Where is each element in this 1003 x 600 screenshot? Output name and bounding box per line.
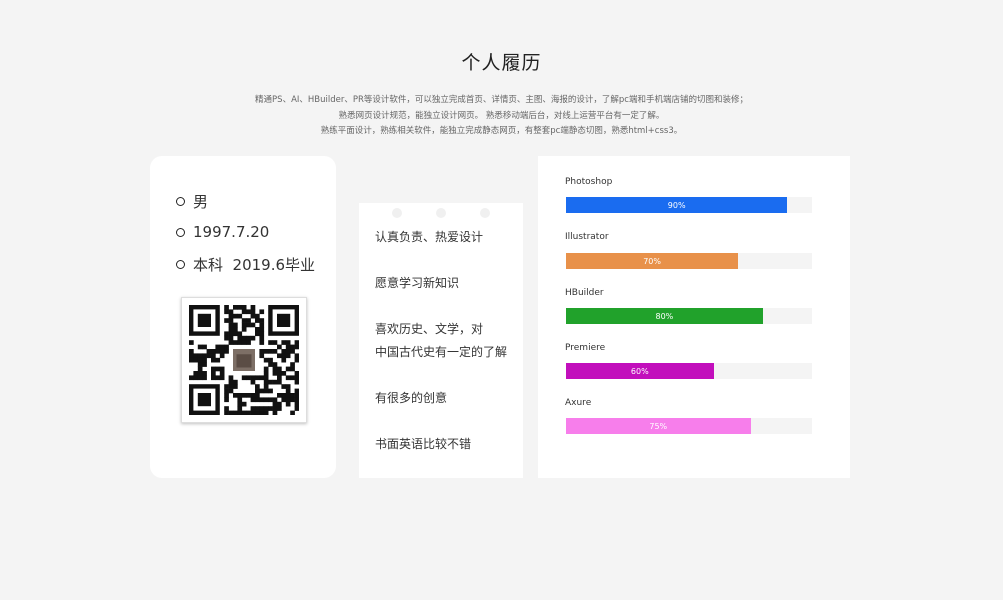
gender-value: 男 [193, 192, 209, 211]
circle-bullet-icon [176, 227, 185, 237]
skill-name: Illustrator [565, 232, 609, 242]
skill-bar-track: 70% [566, 253, 812, 269]
skill-percent-label: 75% [649, 421, 668, 431]
education-value: 本科 2019.6毕业 [193, 255, 316, 274]
circle-bullet-icon [176, 259, 185, 269]
skill-bar-fill: 60% [566, 363, 714, 379]
intro-line: 熟悉网页设计规范，能独立设计网页。 熟悉移动端后台，对线上运营平台有一定了解。 [338, 110, 665, 121]
birthday-row: 1997.7.20 [176, 221, 269, 243]
skills-card: Photoshop 90% Illustrator 70% HBuilder 8… [538, 156, 850, 478]
page-title: 个人履历 [461, 52, 542, 74]
trait-item: 愿意学习新知识 [375, 276, 460, 290]
binder-hole-icon [392, 208, 402, 218]
skill-bar-fill: 90% [566, 197, 788, 213]
trait-item: 中国古代史有一定的了解 [375, 345, 508, 359]
qr-code-icon [181, 297, 307, 423]
intro-text: 精通PS、AI、HBuilder、PR等设计软件，可以独立完成首页、详情页、主图… [0, 93, 1003, 140]
education-row: 本科 2019.6毕业 [176, 253, 315, 275]
binder-hole-icon [436, 208, 446, 218]
trait-item: 书面英语比较不错 [375, 437, 472, 451]
skill-name: Axure [565, 398, 592, 408]
skill-percent-label: 70% [643, 256, 661, 266]
intro-line: 精通PS、AI、HBuilder、PR等设计软件，可以独立完成首页、详情页、主图… [255, 95, 748, 105]
skill-bar-fill: 75% [566, 418, 751, 434]
trait-item: 认真负责、热爱设计 [375, 230, 484, 244]
qr-code-graphic [189, 305, 299, 415]
skill-percent-label: 80% [655, 311, 674, 321]
skill-bar-track: 75% [566, 418, 812, 434]
skill-bar-track: 80% [566, 308, 812, 324]
trait-item: 喜欢历史、文学，对 [375, 322, 484, 336]
skill-percent-label: 60% [630, 366, 649, 376]
skill-bar-track: 90% [566, 197, 812, 213]
skill-bar-track: 60% [566, 363, 812, 379]
intro-line: 熟练平面设计，熟练相关软件，能独立完成静态网页，有整套pc端静态切图，熟悉htm… [320, 126, 683, 136]
profile-card: 男 1997.7.20 本科 2019.6毕业 [150, 156, 336, 478]
binder-hole-icon [480, 208, 490, 218]
skill-name: Photoshop [565, 177, 613, 187]
skill-name: HBuilder [565, 288, 604, 298]
traits-card: 认真负责、热爱设计 愿意学习新知识 喜欢历史、文学，对 中国古代史有一定的了解 … [359, 203, 523, 478]
skill-bar-fill: 80% [566, 308, 763, 324]
birthday-value: 1997.7.20 [193, 223, 270, 241]
gender-row: 男 [176, 190, 208, 212]
skill-name: Premiere [565, 343, 606, 353]
trait-item: 有很多的创意 [375, 391, 448, 405]
circle-bullet-icon [176, 196, 185, 206]
skill-percent-label: 90% [667, 200, 686, 210]
skill-bar-fill: 70% [566, 253, 739, 269]
